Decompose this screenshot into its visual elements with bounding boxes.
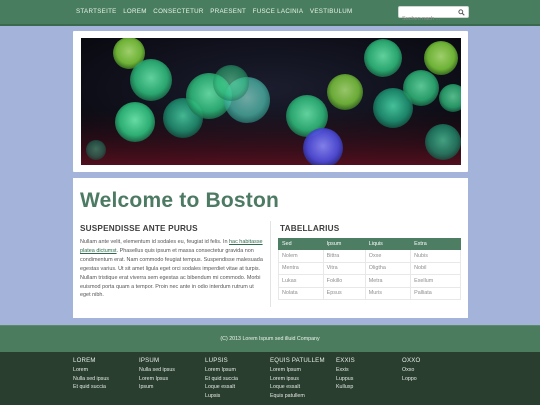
table-header-cell: Sed: [278, 238, 324, 250]
table-cell: Muris: [364, 286, 412, 300]
bokeh-lights-image: [81, 38, 461, 165]
nav-item-praesent[interactable]: PRAESENT: [210, 8, 246, 15]
footer-column-exxis: EXXIS Exxis Luppus Kulluxp: [336, 357, 355, 392]
footer-link[interactable]: Lorem Ipsum: [205, 366, 238, 375]
table-cell: Bittra: [322, 249, 366, 263]
footer-link[interactable]: Exxis: [336, 366, 355, 375]
footer-link[interactable]: Lorem Ipsus: [139, 375, 175, 384]
footer-link[interactable]: Lorem Ipsum: [270, 366, 325, 375]
page-title: Welcome to Boston: [80, 189, 280, 212]
table-cell: Metra: [364, 274, 412, 288]
footer-link[interactable]: Loque essalt: [270, 383, 325, 392]
data-table: Sed Ipsum Liquis Extra Nolem Bittra Oxxe…: [278, 238, 461, 300]
copyright-bar: (C) 2013 Lorem Ispum sed illuid Company: [0, 325, 540, 352]
table-cell: Nolata: [278, 286, 324, 300]
search-box: [398, 6, 469, 24]
main-menu: STARTSEITE LOREM CONSECTETUR PRAESENT FU…: [76, 8, 359, 15]
footer-column-lupsis: LUPSIS Lorem Ipsum Et quid succia Loque …: [205, 357, 238, 401]
nav-item-vestibulum[interactable]: VESTIBULUM: [310, 8, 353, 15]
intro-paragraph: Nullam ante velit, elementum id sodales …: [80, 238, 263, 300]
paragraph-text-end: . Phasellus quis ipsum et massa consecte…: [80, 247, 263, 299]
table-row: Mentra Vitra Oligtha Nobil: [278, 261, 461, 275]
table-header-cell: Liquis: [364, 238, 412, 250]
paragraph-text-start: Nullam ante velit, elementum id sodales …: [80, 239, 230, 245]
footer-link[interactable]: Equis patullem: [270, 392, 325, 401]
column-divider: [270, 221, 271, 307]
footer-link[interactable]: Loppo: [402, 375, 420, 384]
left-section-heading: SUSPENDISSE ANTE PURUS: [80, 224, 198, 233]
search-input[interactable]: [399, 14, 455, 24]
footer-link[interactable]: Et quid succia: [73, 383, 109, 392]
footer-link[interactable]: Loque essalt: [205, 383, 238, 392]
table-row: Nolata Epsus Muris Palliata: [278, 286, 461, 300]
footer-link[interactable]: Et quid succia: [205, 375, 238, 384]
content-panel: Welcome to Boston SUSPENDISSE ANTE PURUS…: [73, 178, 468, 318]
footer-link[interactable]: Luppus: [336, 375, 355, 384]
nav-item-fusce-lacinia[interactable]: FUSCE LACINIA: [253, 8, 304, 15]
table-cell: Nolem: [278, 249, 324, 263]
table-cell: Lukas: [278, 274, 324, 288]
table-header-row: Sed Ipsum Liquis Extra: [278, 238, 461, 250]
footer-link[interactable]: Nulla sed ipsus: [139, 366, 175, 375]
nav-item-consectetur[interactable]: CONSECTETUR: [153, 8, 203, 15]
table-header-cell: Extra: [410, 238, 461, 250]
footer-link[interactable]: Nulla sed ipsus: [73, 375, 109, 384]
footer-column-heading: LUPSIS: [205, 357, 228, 364]
table-row: Lukas Fokillo Metra Exellum: [278, 274, 461, 288]
footer-links: LOREM Lorem Nulla sed ipsus Et quid succ…: [0, 352, 540, 405]
footer-link[interactable]: Oxxo: [402, 366, 420, 375]
footer-link[interactable]: Lupsis: [205, 392, 238, 401]
footer-link[interactable]: Lorem: [73, 366, 109, 375]
table-cell: Oxxe: [364, 249, 412, 263]
footer-column-oxxo: OXXO Oxxo Loppo: [402, 357, 420, 383]
table-cell: Mentra: [278, 261, 324, 275]
footer-link[interactable]: Ipsum: [139, 383, 175, 392]
nav-item-startseite[interactable]: STARTSEITE: [76, 8, 117, 15]
footer-column-heading: EQUIS PATULLEM: [270, 357, 325, 364]
banner-image: [81, 38, 461, 165]
table-cell: Epsus: [322, 286, 366, 300]
footer-link[interactable]: Lorem ipsus: [270, 375, 325, 384]
table-cell: Oligtha: [364, 261, 412, 275]
table-cell: Exellum: [410, 274, 461, 288]
table-cell: Fokillo: [322, 274, 366, 288]
table-cell: Nobil: [410, 261, 461, 275]
footer-column-ipsum: IPSUM Nulla sed ipsus Lorem Ipsus Ipsum: [139, 357, 175, 392]
footer-column-lorem: LOREM Lorem Nulla sed ipsus Et quid succ…: [73, 357, 109, 392]
footer-column-heading: EXXIS: [336, 357, 355, 364]
footer-column-heading: OXXO: [402, 357, 421, 364]
table-cell: Nubis: [410, 249, 461, 263]
nav-item-lorem[interactable]: LOREM: [123, 8, 147, 15]
table-header-cell: Ipsum: [322, 238, 366, 250]
footer-column-heading: IPSUM: [139, 357, 160, 364]
table-cell: Vitra: [322, 261, 366, 275]
right-section-heading: TABELLARIUS: [280, 224, 340, 233]
copyright-text: (C) 2013 Lorem Ispum sed illuid Company: [220, 336, 320, 342]
footer-column-equis-patullem: EQUIS PATULLEM Lorem Ipsum Lorem ipsus L…: [270, 357, 325, 401]
footer-link[interactable]: Kulluxp: [336, 383, 355, 392]
footer-column-heading: LOREM: [73, 357, 96, 364]
search-icon[interactable]: [458, 8, 465, 16]
banner-frame: [73, 31, 468, 172]
table-cell: Palliata: [410, 286, 461, 300]
top-navigation-bar: STARTSEITE LOREM CONSECTETUR PRAESENT FU…: [0, 0, 540, 26]
table-row: Nolem Bittra Oxxe Nubis: [278, 249, 461, 263]
